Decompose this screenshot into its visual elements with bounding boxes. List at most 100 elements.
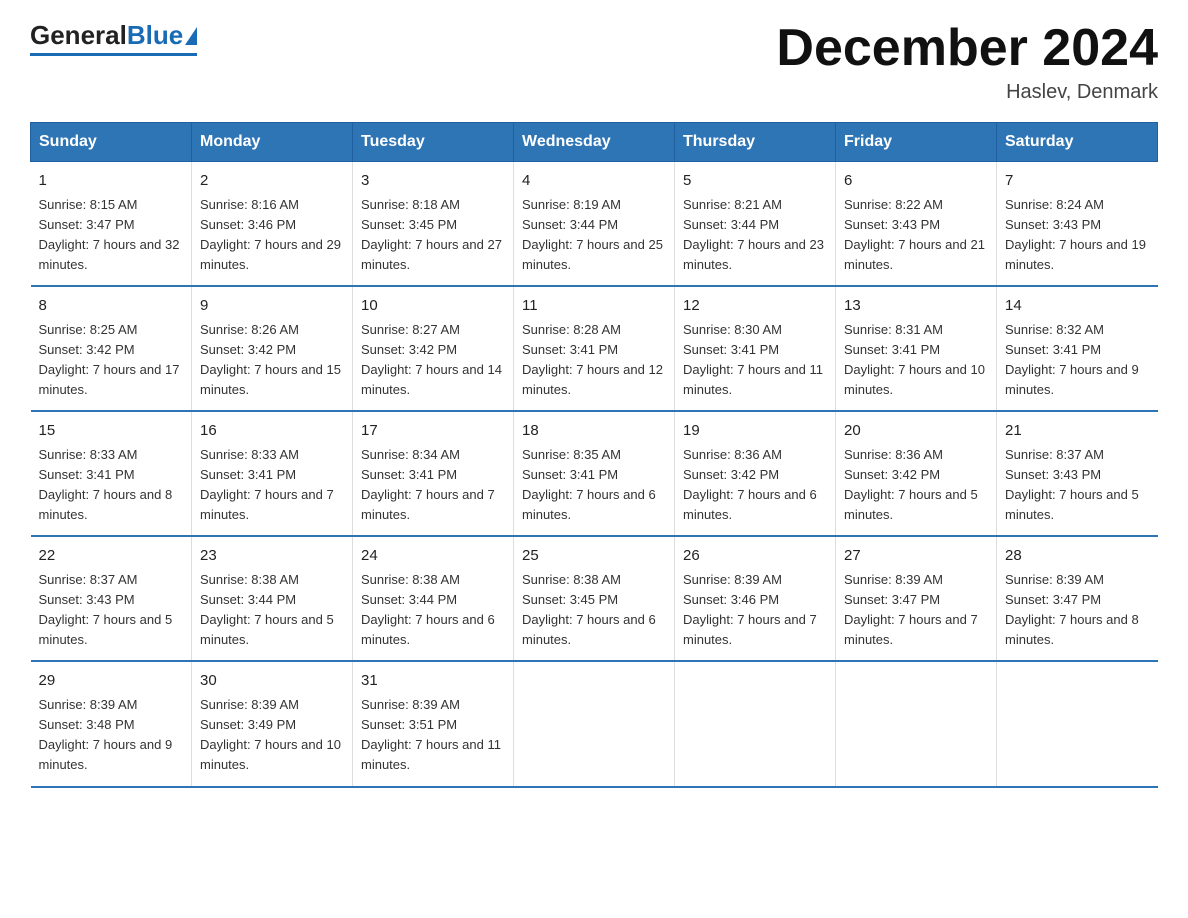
day-number: 4 — [522, 170, 666, 193]
calendar-cell: 29Sunrise: 8:39 AMSunset: 3:48 PMDayligh… — [31, 661, 192, 786]
calendar-cell: 11Sunrise: 8:28 AMSunset: 3:41 PMDayligh… — [514, 286, 675, 411]
calendar-cell: 3Sunrise: 8:18 AMSunset: 3:45 PMDaylight… — [353, 162, 514, 287]
weekday-header-sunday: Sunday — [31, 123, 192, 162]
calendar-cell: 25Sunrise: 8:38 AMSunset: 3:45 PMDayligh… — [514, 536, 675, 661]
calendar-cell: 17Sunrise: 8:34 AMSunset: 3:41 PMDayligh… — [353, 411, 514, 536]
day-number: 7 — [1005, 170, 1150, 193]
day-info: Sunrise: 8:34 AMSunset: 3:41 PMDaylight:… — [361, 445, 505, 526]
logo-triangle-icon — [185, 27, 197, 45]
day-info: Sunrise: 8:39 AMSunset: 3:47 PMDaylight:… — [844, 570, 988, 651]
day-number: 21 — [1005, 420, 1150, 443]
day-info: Sunrise: 8:18 AMSunset: 3:45 PMDaylight:… — [361, 195, 505, 276]
day-number: 20 — [844, 420, 988, 443]
day-info: Sunrise: 8:25 AMSunset: 3:42 PMDaylight:… — [39, 320, 184, 401]
calendar-cell: 7Sunrise: 8:24 AMSunset: 3:43 PMDaylight… — [997, 162, 1158, 287]
day-number: 31 — [361, 670, 505, 693]
day-info: Sunrise: 8:38 AMSunset: 3:45 PMDaylight:… — [522, 570, 666, 651]
day-info: Sunrise: 8:39 AMSunset: 3:46 PMDaylight:… — [683, 570, 827, 651]
calendar-table: SundayMondayTuesdayWednesdayThursdayFrid… — [30, 122, 1158, 787]
weekday-header-tuesday: Tuesday — [353, 123, 514, 162]
logo-blue-part: Blue — [127, 20, 197, 51]
location-label: Haslev, Denmark — [776, 81, 1158, 104]
calendar-cell — [836, 661, 997, 786]
logo-general-text: General — [30, 20, 127, 51]
calendar-cell: 21Sunrise: 8:37 AMSunset: 3:43 PMDayligh… — [997, 411, 1158, 536]
day-info: Sunrise: 8:39 AMSunset: 3:47 PMDaylight:… — [1005, 570, 1150, 651]
day-info: Sunrise: 8:39 AMSunset: 3:48 PMDaylight:… — [39, 695, 184, 776]
page-header: General Blue December 2024 Haslev, Denma… — [30, 20, 1158, 104]
calendar-body: 1Sunrise: 8:15 AMSunset: 3:47 PMDaylight… — [31, 162, 1158, 787]
day-number: 30 — [200, 670, 344, 693]
day-info: Sunrise: 8:36 AMSunset: 3:42 PMDaylight:… — [683, 445, 827, 526]
day-info: Sunrise: 8:31 AMSunset: 3:41 PMDaylight:… — [844, 320, 988, 401]
day-info: Sunrise: 8:32 AMSunset: 3:41 PMDaylight:… — [1005, 320, 1150, 401]
day-info: Sunrise: 8:36 AMSunset: 3:42 PMDaylight:… — [844, 445, 988, 526]
day-info: Sunrise: 8:38 AMSunset: 3:44 PMDaylight:… — [200, 570, 344, 651]
calendar-cell: 2Sunrise: 8:16 AMSunset: 3:46 PMDaylight… — [192, 162, 353, 287]
calendar-cell: 26Sunrise: 8:39 AMSunset: 3:46 PMDayligh… — [675, 536, 836, 661]
calendar-cell — [997, 661, 1158, 786]
calendar-cell: 19Sunrise: 8:36 AMSunset: 3:42 PMDayligh… — [675, 411, 836, 536]
weekday-header-friday: Friday — [836, 123, 997, 162]
day-number: 24 — [361, 545, 505, 568]
day-number: 9 — [200, 295, 344, 318]
calendar-cell: 10Sunrise: 8:27 AMSunset: 3:42 PMDayligh… — [353, 286, 514, 411]
calendar-cell: 30Sunrise: 8:39 AMSunset: 3:49 PMDayligh… — [192, 661, 353, 786]
day-number: 29 — [39, 670, 184, 693]
day-number: 1 — [39, 170, 184, 193]
day-number: 18 — [522, 420, 666, 443]
calendar-week-row: 1Sunrise: 8:15 AMSunset: 3:47 PMDaylight… — [31, 162, 1158, 287]
logo-text: General Blue — [30, 20, 197, 51]
weekday-header-saturday: Saturday — [997, 123, 1158, 162]
day-number: 28 — [1005, 545, 1150, 568]
calendar-week-row: 8Sunrise: 8:25 AMSunset: 3:42 PMDaylight… — [31, 286, 1158, 411]
day-number: 5 — [683, 170, 827, 193]
calendar-cell: 22Sunrise: 8:37 AMSunset: 3:43 PMDayligh… — [31, 536, 192, 661]
day-info: Sunrise: 8:26 AMSunset: 3:42 PMDaylight:… — [200, 320, 344, 401]
month-title: December 2024 — [776, 20, 1158, 77]
calendar-cell: 14Sunrise: 8:32 AMSunset: 3:41 PMDayligh… — [997, 286, 1158, 411]
day-number: 3 — [361, 170, 505, 193]
day-info: Sunrise: 8:35 AMSunset: 3:41 PMDaylight:… — [522, 445, 666, 526]
day-info: Sunrise: 8:37 AMSunset: 3:43 PMDaylight:… — [1005, 445, 1150, 526]
calendar-cell: 9Sunrise: 8:26 AMSunset: 3:42 PMDaylight… — [192, 286, 353, 411]
calendar-cell: 15Sunrise: 8:33 AMSunset: 3:41 PMDayligh… — [31, 411, 192, 536]
day-info: Sunrise: 8:24 AMSunset: 3:43 PMDaylight:… — [1005, 195, 1150, 276]
day-number: 25 — [522, 545, 666, 568]
calendar-cell: 12Sunrise: 8:30 AMSunset: 3:41 PMDayligh… — [675, 286, 836, 411]
day-info: Sunrise: 8:39 AMSunset: 3:49 PMDaylight:… — [200, 695, 344, 776]
calendar-cell: 27Sunrise: 8:39 AMSunset: 3:47 PMDayligh… — [836, 536, 997, 661]
header-right: December 2024 Haslev, Denmark — [776, 20, 1158, 104]
day-number: 17 — [361, 420, 505, 443]
day-info: Sunrise: 8:37 AMSunset: 3:43 PMDaylight:… — [39, 570, 184, 651]
day-number: 27 — [844, 545, 988, 568]
day-number: 14 — [1005, 295, 1150, 318]
day-info: Sunrise: 8:33 AMSunset: 3:41 PMDaylight:… — [39, 445, 184, 526]
day-info: Sunrise: 8:22 AMSunset: 3:43 PMDaylight:… — [844, 195, 988, 276]
day-info: Sunrise: 8:19 AMSunset: 3:44 PMDaylight:… — [522, 195, 666, 276]
day-number: 26 — [683, 545, 827, 568]
calendar-cell — [675, 661, 836, 786]
calendar-cell — [514, 661, 675, 786]
day-number: 19 — [683, 420, 827, 443]
calendar-cell: 31Sunrise: 8:39 AMSunset: 3:51 PMDayligh… — [353, 661, 514, 786]
calendar-cell: 24Sunrise: 8:38 AMSunset: 3:44 PMDayligh… — [353, 536, 514, 661]
calendar-cell: 6Sunrise: 8:22 AMSunset: 3:43 PMDaylight… — [836, 162, 997, 287]
calendar-week-row: 29Sunrise: 8:39 AMSunset: 3:48 PMDayligh… — [31, 661, 1158, 786]
calendar-week-row: 22Sunrise: 8:37 AMSunset: 3:43 PMDayligh… — [31, 536, 1158, 661]
day-number: 8 — [39, 295, 184, 318]
day-info: Sunrise: 8:38 AMSunset: 3:44 PMDaylight:… — [361, 570, 505, 651]
day-info: Sunrise: 8:16 AMSunset: 3:46 PMDaylight:… — [200, 195, 344, 276]
weekday-header-monday: Monday — [192, 123, 353, 162]
weekday-header-wednesday: Wednesday — [514, 123, 675, 162]
day-number: 16 — [200, 420, 344, 443]
calendar-cell: 28Sunrise: 8:39 AMSunset: 3:47 PMDayligh… — [997, 536, 1158, 661]
day-number: 6 — [844, 170, 988, 193]
calendar-cell: 4Sunrise: 8:19 AMSunset: 3:44 PMDaylight… — [514, 162, 675, 287]
day-info: Sunrise: 8:33 AMSunset: 3:41 PMDaylight:… — [200, 445, 344, 526]
calendar-cell: 18Sunrise: 8:35 AMSunset: 3:41 PMDayligh… — [514, 411, 675, 536]
day-number: 2 — [200, 170, 344, 193]
calendar-cell: 5Sunrise: 8:21 AMSunset: 3:44 PMDaylight… — [675, 162, 836, 287]
day-number: 22 — [39, 545, 184, 568]
calendar-cell: 13Sunrise: 8:31 AMSunset: 3:41 PMDayligh… — [836, 286, 997, 411]
